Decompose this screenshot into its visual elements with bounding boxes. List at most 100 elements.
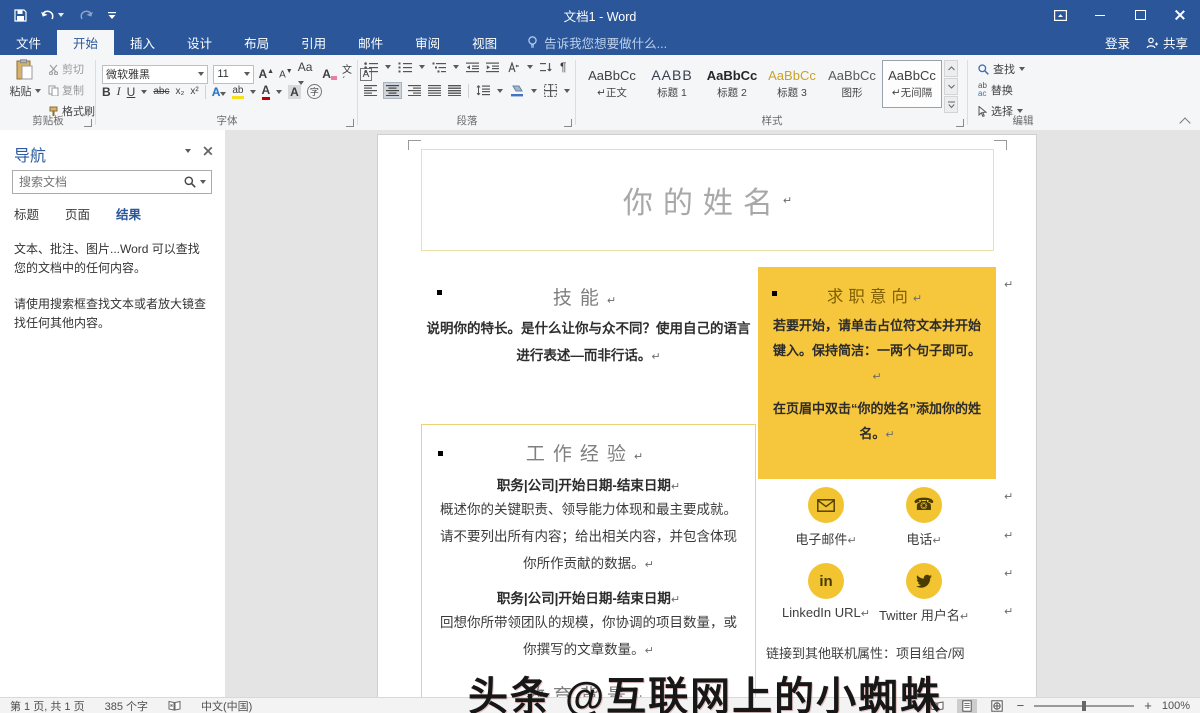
font-color-caret-icon[interactable]: [276, 90, 282, 94]
search-input[interactable]: [13, 175, 184, 189]
font-size-combo[interactable]: 11: [213, 65, 253, 84]
page-indicator[interactable]: 第 1 页, 共 1 页: [10, 698, 85, 713]
copy-button[interactable]: 复制: [48, 82, 95, 98]
phone-label[interactable]: 电话↵: [859, 529, 989, 548]
job-body-1[interactable]: 概述你的关键职责、领导能力体现和最主要成就。请不要列出所有内容；给出相关内容，并…: [434, 496, 743, 579]
skills-heading[interactable]: 技能↵: [426, 283, 751, 310]
customize-qat-icon[interactable]: [107, 11, 117, 20]
font-color-button[interactable]: A: [262, 83, 271, 100]
clipboard-dialog-launcher[interactable]: [84, 119, 92, 127]
zoom-slider-thumb[interactable]: [1082, 701, 1086, 711]
objective-box[interactable]: 求职意向↵ 若要开始，请单击占位符文本并开始键入。保持简洁：一两个句子即可。↵ …: [758, 267, 996, 479]
name-placeholder-box[interactable]: 你的姓名 ↵: [421, 149, 994, 251]
language-indicator[interactable]: 中文(中国): [201, 698, 252, 713]
multilevel-list-icon[interactable]: [432, 62, 446, 73]
paragraph-dialog-launcher[interactable]: [564, 119, 572, 127]
style-no-spacing[interactable]: AaBbCc ↵无间隔: [882, 60, 942, 108]
superscript-button[interactable]: x²: [190, 86, 198, 97]
objective-paragraph-1[interactable]: 若要开始，请单击占位符文本并开始键入。保持简洁：一两个句子即可。↵: [770, 313, 984, 390]
job-title-line-2[interactable]: 职务|公司|开始日期-结束日期↵: [436, 587, 741, 607]
shrink-font-button[interactable]: A▼: [279, 68, 293, 80]
tab-file[interactable]: 文件: [0, 30, 57, 55]
subscript-button[interactable]: x₂: [175, 86, 184, 97]
word-count[interactable]: 385 个字: [105, 698, 148, 713]
style-heading1[interactable]: AABB 标题 1: [642, 60, 702, 108]
align-center-icon[interactable]: [384, 83, 401, 98]
underline-button[interactable]: U: [127, 85, 136, 99]
nav-close-icon[interactable]: [204, 147, 213, 156]
highlight-caret-icon[interactable]: [250, 90, 256, 94]
twitter-label[interactable]: Twitter 用户名↵: [859, 605, 989, 624]
tab-mailings[interactable]: 邮件: [342, 30, 399, 55]
numbered-list-icon[interactable]: [398, 62, 412, 73]
collapse-ribbon-icon[interactable]: [1180, 116, 1190, 124]
undo-caret-icon[interactable]: [58, 13, 64, 17]
skills-body[interactable]: 说明你的特长。是什么让你与众不同？使用自己的语言进行表述—而非行话。↵: [426, 315, 751, 371]
experience-heading[interactable]: 工作经验↵: [422, 439, 755, 466]
shading-icon[interactable]: [510, 85, 524, 97]
job-title-line-1[interactable]: 职务|公司|开始日期-结束日期↵: [436, 474, 741, 494]
asian-layout-icon[interactable]: [506, 62, 520, 73]
search-icon[interactable]: [184, 176, 196, 188]
link-properties-line[interactable]: 链接到其他联机属性：项目组合/网: [766, 643, 1006, 662]
distribute-icon[interactable]: [448, 85, 461, 96]
experience-box[interactable]: 工作经验↵ 职务|公司|开始日期-结束日期↵ 概述你的关键职责、领导能力体现和最…: [421, 424, 756, 697]
style-heading2[interactable]: AaBbCc 标题 2: [702, 60, 762, 108]
tab-review[interactable]: 审阅: [399, 30, 456, 55]
name-placeholder-text[interactable]: 你的姓名: [623, 178, 783, 222]
nav-tab-results[interactable]: 结果: [116, 204, 141, 223]
email-icon[interactable]: [808, 487, 844, 523]
italic-button[interactable]: I: [117, 84, 121, 99]
web-layout-icon[interactable]: [987, 699, 1007, 713]
minimize-button[interactable]: [1080, 0, 1120, 30]
undo-button[interactable]: [41, 9, 64, 21]
objective-heading[interactable]: 求职意向↵: [758, 283, 996, 307]
paste-button[interactable]: 粘贴: [8, 59, 42, 117]
zoom-out-button[interactable]: −: [1017, 698, 1025, 713]
line-spacing-icon[interactable]: [476, 85, 490, 96]
increase-indent-icon[interactable]: [486, 62, 499, 73]
print-layout-icon[interactable]: [957, 699, 977, 713]
job-body-2[interactable]: 回想你所带领团队的规模，你协调的项目数量，或你撰写的文章数量。↵: [434, 609, 743, 665]
tab-home[interactable]: 开始: [57, 30, 114, 55]
maximize-button[interactable]: [1120, 0, 1160, 30]
share-button[interactable]: 共享: [1146, 33, 1188, 52]
bullet-list-icon[interactable]: [364, 62, 378, 73]
clear-formatting-button[interactable]: A: [322, 67, 331, 81]
find-button[interactable]: 查找: [978, 61, 1025, 77]
phone-icon[interactable]: ☎: [906, 487, 942, 523]
enclose-characters-button[interactable]: 字: [307, 84, 322, 99]
zoom-level[interactable]: 100%: [1162, 700, 1190, 712]
highlight-color-button[interactable]: ab: [232, 85, 243, 99]
close-button[interactable]: [1160, 0, 1200, 30]
document-page[interactable]: 你的姓名 ↵ 技能↵ 说明你的特长。是什么让你与众不同？使用自己的语言进行表述—…: [377, 134, 1037, 697]
tab-references[interactable]: 引用: [285, 30, 342, 55]
nav-options-caret-icon[interactable]: [185, 149, 191, 153]
styles-scroll-up-icon[interactable]: [944, 60, 958, 77]
grow-font-button[interactable]: A▲: [259, 67, 275, 81]
nav-tab-pages[interactable]: 页面: [65, 204, 90, 223]
style-heading3[interactable]: AaBbCc 标题 3: [762, 60, 822, 108]
align-right-icon[interactable]: [408, 85, 421, 96]
font-name-combo[interactable]: 微软雅黑: [102, 65, 208, 84]
tab-layout[interactable]: 布局: [228, 30, 285, 55]
zoom-in-button[interactable]: +: [1144, 698, 1152, 713]
styles-gallery-more-icon[interactable]: [944, 96, 958, 113]
text-effects-button[interactable]: A: [212, 85, 227, 99]
styles-scroll-down-icon[interactable]: [944, 78, 958, 95]
character-shading-button[interactable]: A: [288, 85, 301, 99]
replace-button[interactable]: abac 替换: [978, 82, 1025, 98]
styles-dialog-launcher[interactable]: [956, 119, 964, 127]
cut-button[interactable]: 剪切: [48, 61, 95, 77]
tab-view[interactable]: 视图: [456, 30, 513, 55]
sort-icon[interactable]: [540, 62, 553, 73]
strikethrough-button[interactable]: abc: [153, 86, 169, 97]
borders-icon[interactable]: [544, 84, 557, 97]
tell-me-box[interactable]: 告诉我您想要做什么...: [513, 30, 667, 55]
search-options-caret-icon[interactable]: [200, 180, 206, 184]
decrease-indent-icon[interactable]: [466, 62, 479, 73]
underline-caret-icon[interactable]: [141, 90, 147, 94]
objective-paragraph-2[interactable]: 在页眉中双击“你的姓名”添加你的姓名。↵: [770, 396, 984, 448]
show-paragraph-marks-icon[interactable]: ¶: [560, 60, 566, 74]
style-normal[interactable]: AaBbCc ↵正文: [582, 60, 642, 108]
